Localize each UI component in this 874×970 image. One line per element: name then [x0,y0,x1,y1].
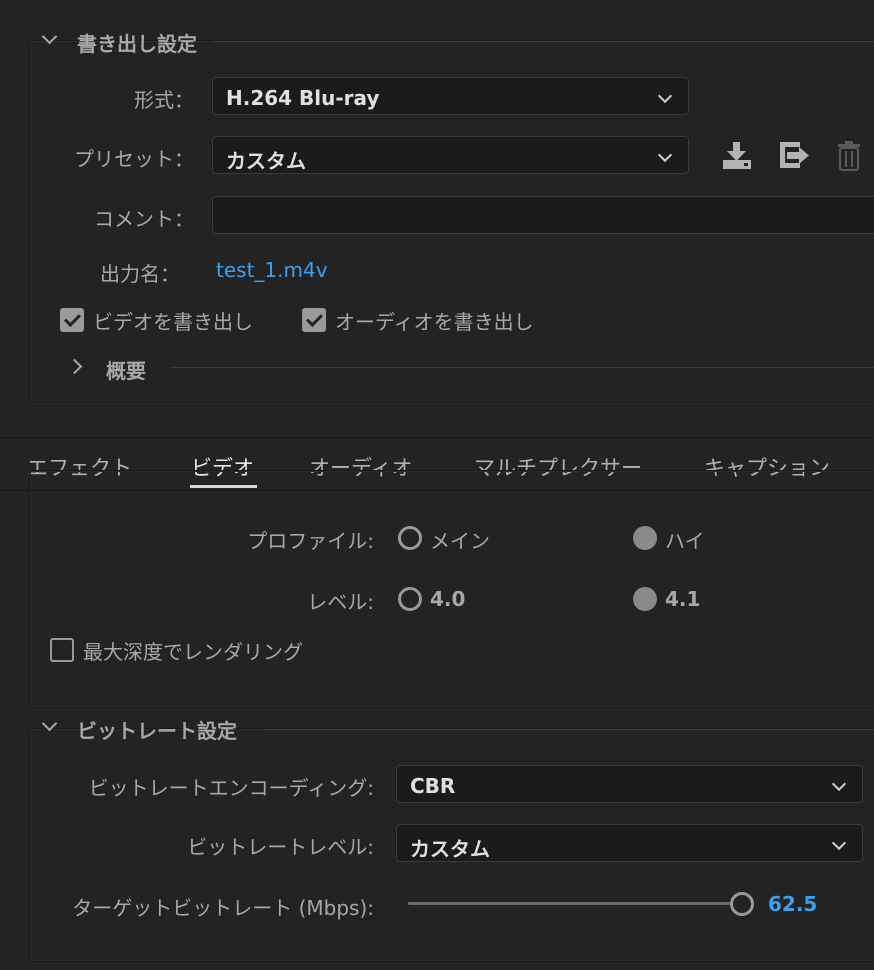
level-41-label[interactable]: 4.1 [665,587,700,611]
level-label: レベル: [307,590,374,614]
bitrate-level-label: ビットレートレベル: [187,835,374,859]
max-depth-label[interactable]: 最大深度でレンダリング [83,636,303,665]
preset-label: プリセット： [74,147,194,171]
save-preset-icon[interactable] [721,140,753,172]
profile-main-radio[interactable] [398,526,422,550]
target-bitrate-label: ターゲットビットレート (Mbps): [72,896,374,920]
divider [170,367,874,368]
preset-value: カスタム [226,149,306,173]
export-video-checkbox[interactable] [60,308,84,332]
level-40-label[interactable]: 4.0 [430,587,465,611]
max-depth-checkbox[interactable] [50,638,74,662]
export-settings-title[interactable]: 書き出し設定 [77,28,197,57]
export-video-label[interactable]: ビデオを書き出し [93,306,253,335]
output-name-link[interactable]: test_1.m4v [216,258,328,282]
delete-preset-icon[interactable] [836,140,862,172]
bitrate-level-value: カスタム [410,837,490,861]
format-dropdown[interactable]: H.264 Blu-ray [212,77,689,115]
chevron-down-icon [831,776,847,792]
output-name-label: 出力名： [100,262,180,286]
format-value: H.264 Blu-ray [226,86,380,110]
profile-high-radio[interactable] [633,526,657,550]
bitrate-encoding-dropdown[interactable]: CBR [396,765,863,803]
chevron-down-icon [831,835,847,851]
tab-bar-top-border [0,437,874,438]
divider [262,729,874,730]
profile-label: プロファイル: [247,529,374,553]
bitrate-encoding-value: CBR [410,774,456,798]
import-preset-icon[interactable] [777,140,811,170]
target-bitrate-slider-track[interactable] [408,902,734,905]
comment-field[interactable] [212,196,874,234]
profile-main-label[interactable]: メイン [430,525,490,554]
format-label: 形式： [134,88,194,112]
export-audio-checkbox[interactable] [302,308,326,332]
level-40-radio[interactable] [398,587,422,611]
target-bitrate-value[interactable]: 62.5 [768,892,817,916]
preset-dropdown[interactable]: カスタム [212,136,689,174]
level-41-radio[interactable] [633,587,657,611]
summary-title[interactable]: 概要 [106,355,146,384]
bitrate-settings-title[interactable]: ビットレート設定 [77,715,237,744]
bitrate-encoding-label: ビットレートエンコーディング: [88,776,374,800]
profile-high-label[interactable]: ハイ [665,525,705,554]
chevron-down-icon [657,88,673,104]
bitrate-level-dropdown[interactable]: カスタム [396,824,863,862]
export-audio-label[interactable]: オーディオを書き出し [335,306,534,335]
chevron-down-icon [657,147,673,163]
divider [212,41,874,42]
comment-label: コメント： [94,207,194,231]
target-bitrate-slider-handle[interactable] [730,892,754,916]
